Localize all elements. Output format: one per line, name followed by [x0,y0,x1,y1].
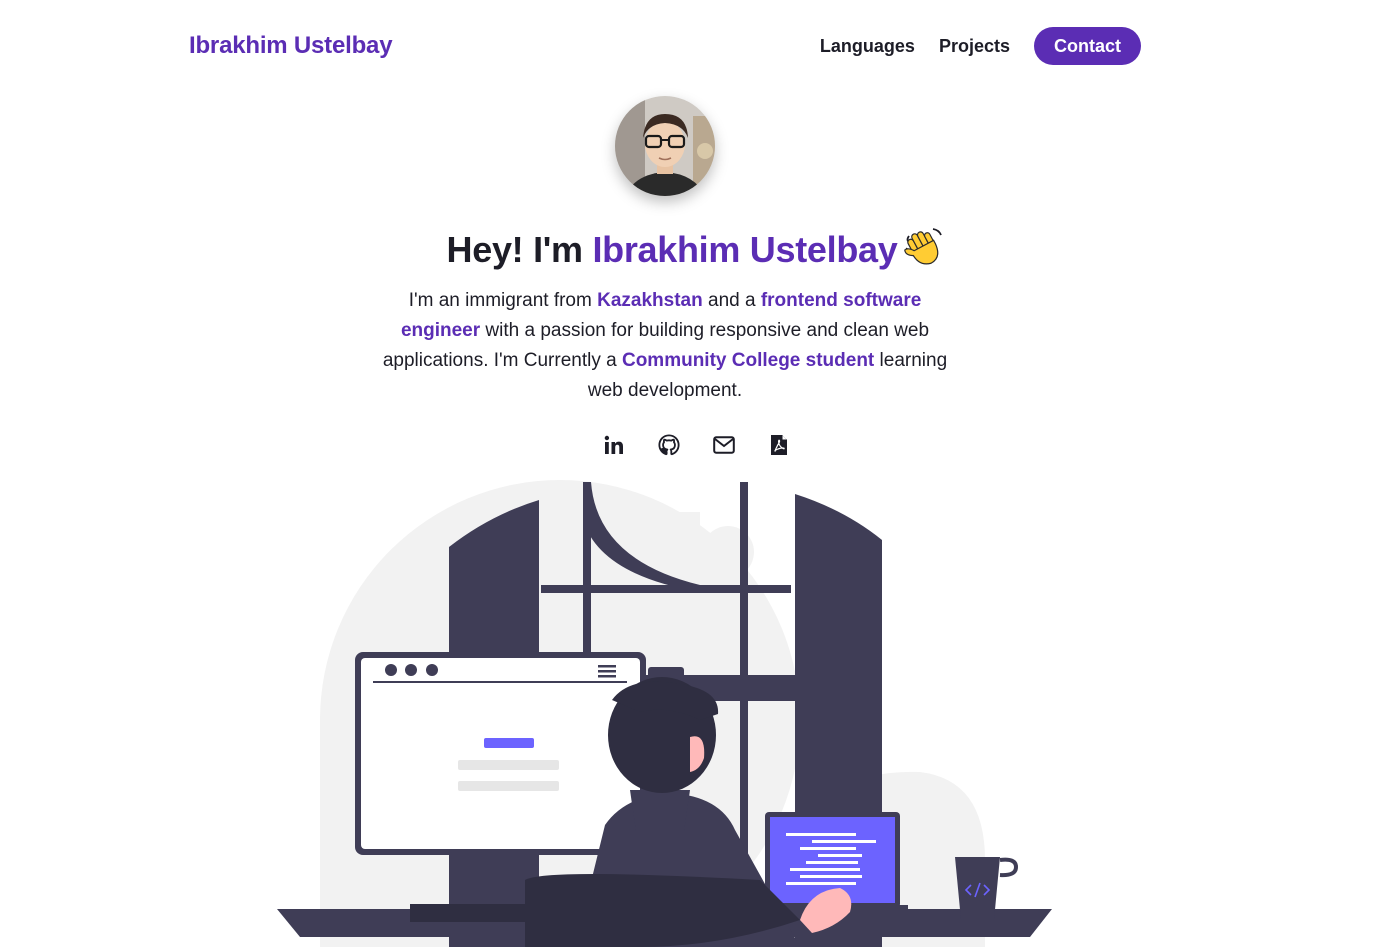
pdf-resume-icon[interactable] [767,433,790,456]
brand-logo[interactable]: Ibrakhim Ustelbay [189,32,393,60]
waving-hand-icon [903,226,945,277]
bio-text-2: and a [702,290,761,311]
linkedin-icon[interactable] [602,433,625,456]
email-icon[interactable] [712,433,735,456]
bio-text-1: I'm an immigrant from [408,290,598,311]
contact-button[interactable]: Contact [1034,27,1141,65]
social-links [0,433,1392,456]
navbar: Ibrakhim Ustelbay Languages Projects Con… [189,27,1141,65]
github-icon[interactable] [657,433,680,456]
avatar [615,96,715,196]
nav-links: Languages Projects Contact [820,27,1141,65]
nav-link-languages[interactable]: Languages [820,36,915,57]
page: Ibrakhim Ustelbay Languages Projects Con… [0,0,1392,947]
hero-name: Ibrakhim Ustelbay [592,229,898,270]
hero-greeting: Hey! I'm [446,229,593,270]
bio-paragraph: I'm an immigrant from Kazakhstan and a f… [372,286,958,406]
bio-highlight-country: Kazakhstan [597,290,703,311]
hero-title: Hey! I'm Ibrakhim Ustelbay [0,226,1392,277]
nav-link-projects[interactable]: Projects [939,36,1010,57]
bio-highlight-school: Community College student [621,350,875,371]
hero-illustration [0,470,1392,947]
